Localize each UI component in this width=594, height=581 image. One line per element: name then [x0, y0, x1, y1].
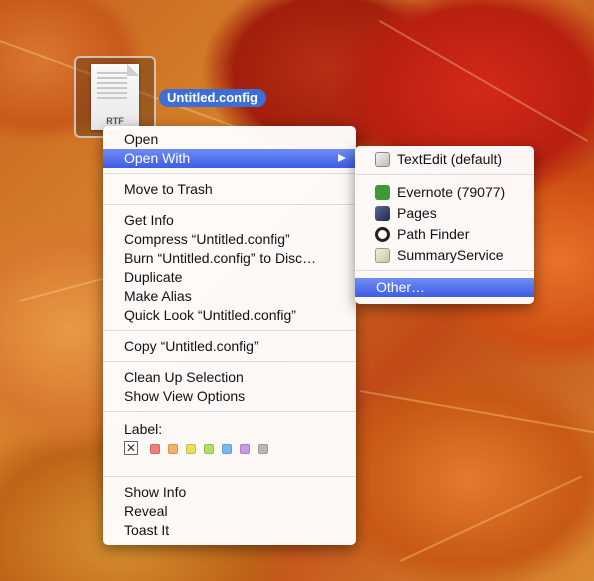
- menu-separator: [355, 270, 534, 271]
- menu-item-make-alias[interactable]: Make Alias: [103, 287, 356, 306]
- label-none-swatch[interactable]: ✕: [124, 441, 138, 455]
- menu-item-show-view-options[interactable]: Show View Options: [103, 387, 356, 406]
- submenu-item-evernote[interactable]: Evernote (79077): [355, 183, 534, 202]
- submenu-item-path-finder-label: Path Finder: [397, 226, 470, 242]
- menu-item-open-with[interactable]: Open With: [103, 149, 356, 168]
- label-yellow-swatch[interactable]: [186, 444, 196, 454]
- menu-item-show-info[interactable]: Show Info: [103, 483, 356, 502]
- leaf-vein: [379, 20, 588, 142]
- label-purple-swatch[interactable]: [240, 444, 250, 454]
- context-menu: Open Open With Move to Trash Get Info Co…: [103, 126, 356, 545]
- evernote-icon: [375, 185, 390, 200]
- summary-service-icon: [375, 248, 390, 263]
- label-heading: Label:: [124, 421, 163, 437]
- submenu-item-summary-service-label: SummaryService: [397, 247, 504, 263]
- menu-separator: [103, 361, 356, 362]
- menu-item-open[interactable]: Open: [103, 130, 356, 149]
- textedit-icon: [375, 152, 390, 167]
- submenu-arrow-icon: [338, 154, 346, 162]
- label-green-swatch[interactable]: [204, 444, 214, 454]
- leaf-vein: [400, 475, 583, 562]
- label-blue-swatch[interactable]: [222, 444, 232, 454]
- menu-item-clean-up-selection[interactable]: Clean Up Selection: [103, 368, 356, 387]
- menu-item-burn[interactable]: Burn “Untitled.config” to Disc…: [103, 249, 356, 268]
- submenu-item-summary-service[interactable]: SummaryService: [355, 246, 534, 265]
- pages-icon: [375, 206, 390, 221]
- submenu-item-other[interactable]: Other…: [355, 278, 534, 297]
- submenu-item-path-finder[interactable]: Path Finder: [355, 225, 534, 244]
- menu-item-reveal[interactable]: Reveal: [103, 502, 356, 521]
- menu-item-duplicate[interactable]: Duplicate: [103, 268, 356, 287]
- menu-separator: [103, 330, 356, 331]
- menu-separator: [355, 174, 534, 175]
- menu-item-move-to-trash[interactable]: Move to Trash: [103, 180, 356, 199]
- menu-item-get-info[interactable]: Get Info: [103, 211, 356, 230]
- menu-item-copy[interactable]: Copy “Untitled.config”: [103, 337, 356, 356]
- menu-separator: [103, 411, 356, 412]
- label-red-swatch[interactable]: [150, 444, 160, 454]
- leaf-vein: [359, 390, 594, 438]
- menu-item-open-with-label: Open With: [124, 150, 191, 166]
- label-gray-swatch[interactable]: [258, 444, 268, 454]
- submenu-item-evernote-label: Evernote (79077): [397, 184, 506, 200]
- document-icon: RTF: [91, 64, 139, 130]
- menu-item-quick-look[interactable]: Quick Look “Untitled.config”: [103, 306, 356, 325]
- submenu-item-pages[interactable]: Pages: [355, 204, 534, 223]
- submenu-item-pages-label: Pages: [397, 205, 437, 221]
- submenu-item-textedit[interactable]: TextEdit (default): [355, 150, 534, 169]
- menu-item-compress[interactable]: Compress “Untitled.config”: [103, 230, 356, 249]
- label-orange-swatch[interactable]: [168, 444, 178, 454]
- submenu-item-textedit-label: TextEdit (default): [397, 151, 503, 167]
- open-with-submenu: TextEdit (default) Evernote (79077) Page…: [355, 146, 534, 304]
- file-name-label[interactable]: Untitled.config: [159, 89, 266, 107]
- path-finder-icon: [375, 227, 390, 242]
- menu-separator: [103, 204, 356, 205]
- menu-separator: [103, 173, 356, 174]
- menu-item-toast-it[interactable]: Toast It: [103, 521, 356, 540]
- menu-separator: [103, 476, 356, 477]
- file-extension-label: RTF: [106, 116, 124, 126]
